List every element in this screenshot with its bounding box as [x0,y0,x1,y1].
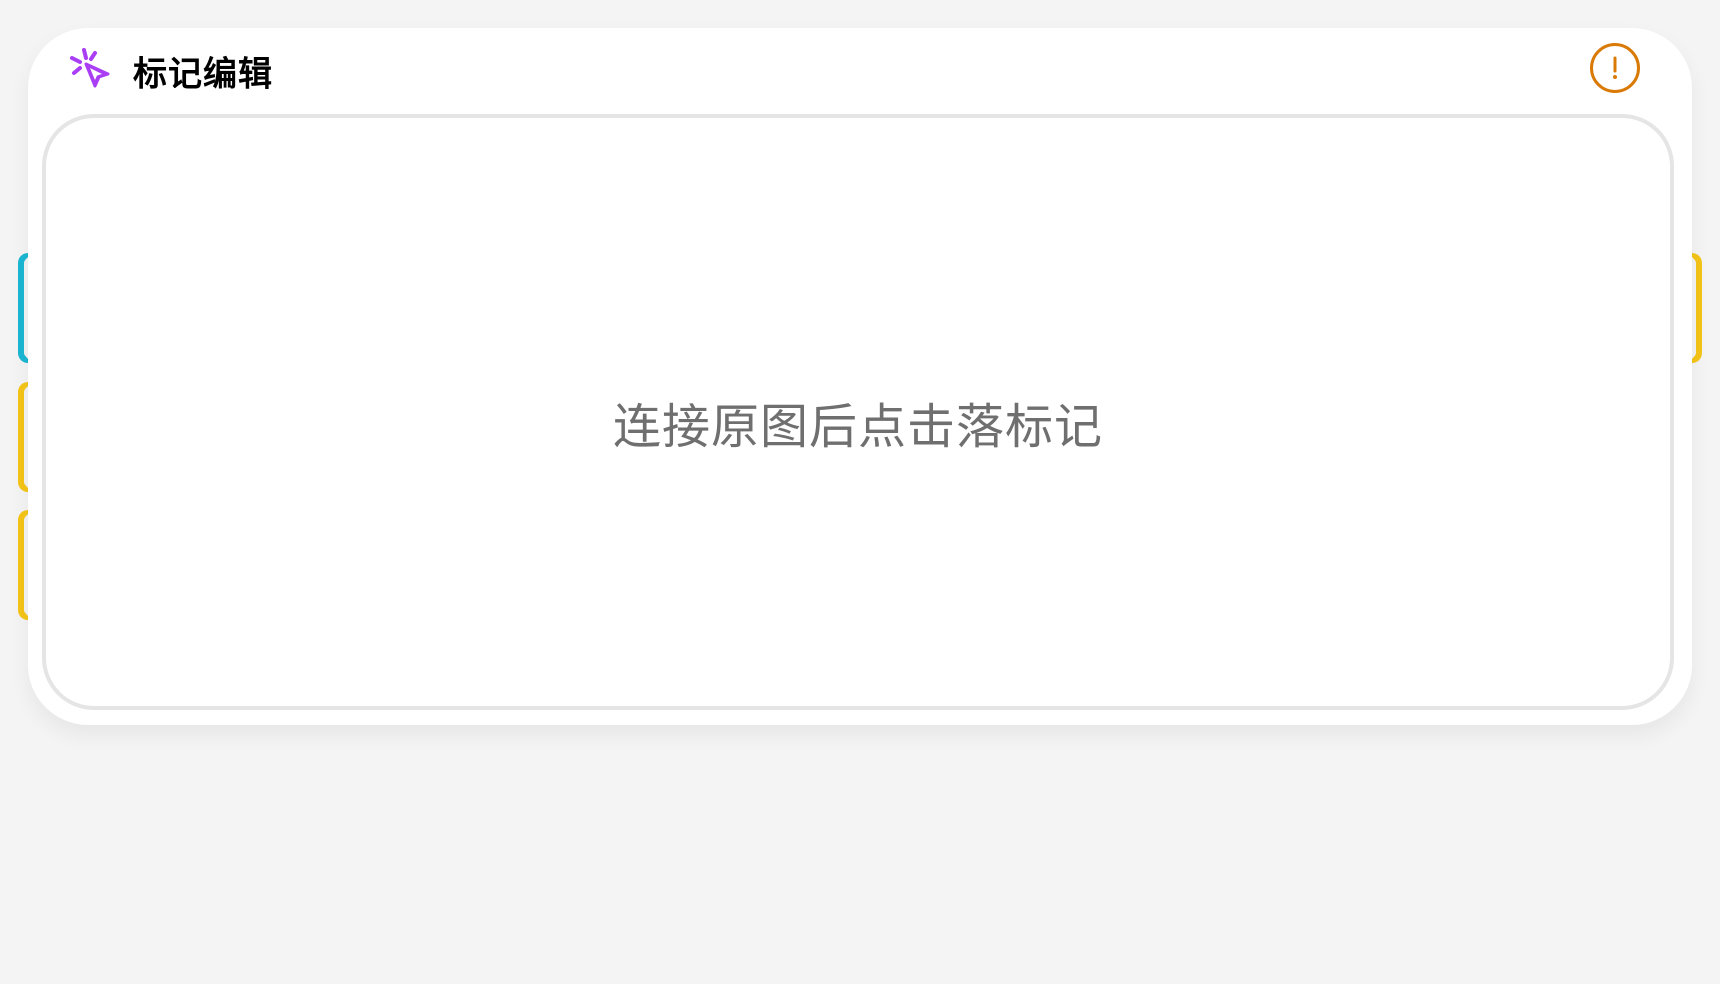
marker-canvas[interactable]: 连接原图后点击落标记 [42,114,1674,710]
exclamation-icon [1613,56,1617,79]
cursor-click-icon [68,46,118,96]
canvas-placeholder-text: 连接原图后点击落标记 [612,399,1103,455]
alert-button[interactable] [1590,43,1640,93]
panel-title: 标记编辑 [133,54,273,95]
panel-header: 标记编辑 [28,28,1692,114]
marker-edit-panel: 标记编辑 连接原图后点击落标记 [28,28,1692,725]
